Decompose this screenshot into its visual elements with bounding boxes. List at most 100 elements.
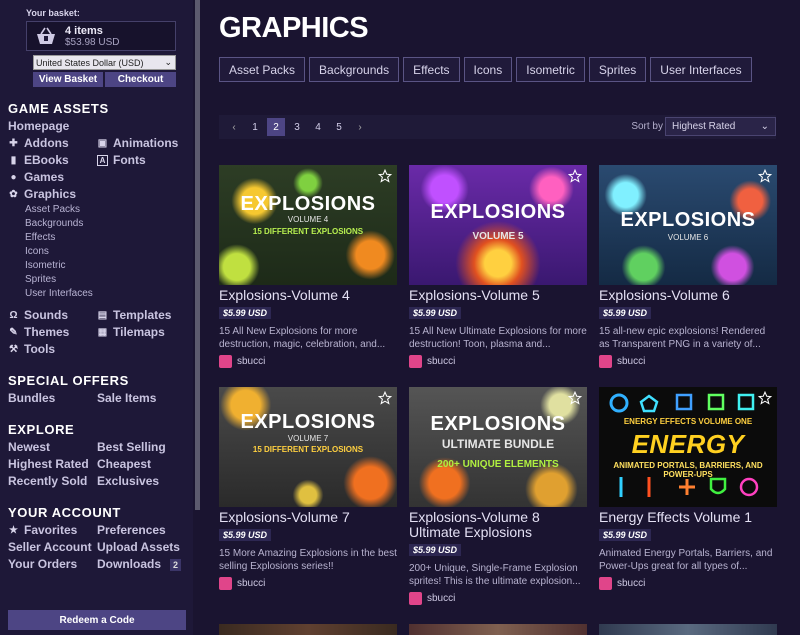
sidebar-sub-backgrounds[interactable]: Backgrounds [25,217,185,231]
sort-select[interactable]: Highest Rated ⌄ [665,117,776,136]
favorite-star-icon[interactable] [758,391,772,405]
product-author[interactable]: sbucci [599,577,777,590]
product-thumbnail-partial[interactable] [219,624,397,635]
product-thumbnail[interactable]: EXPLOSIONS VOLUME 7 15 DIFFERENT EXPLOSI… [219,387,397,507]
favorite-star-icon[interactable] [758,169,772,183]
sidebar-sub-sprites[interactable]: Sprites [25,273,185,287]
chip-effects[interactable]: Effects [403,57,460,82]
sidebar-item-tilemaps[interactable]: ▦ Tilemaps [97,324,192,341]
product-card[interactable]: EXPLOSIONS ULTIMATE BUNDLE 200+ UNIQUE E… [409,387,587,605]
sidebar-sub-icons[interactable]: Icons [25,245,185,259]
page-5[interactable]: 5 [330,118,348,136]
sidebar-item-recently-sold[interactable]: Recently Sold [8,473,97,490]
favorite-star-icon[interactable] [568,391,582,405]
sidebar-item-graphics[interactable]: ✿ Graphics [8,186,185,203]
product-author[interactable]: sbucci [409,592,587,605]
page-1[interactable]: 1 [246,118,264,136]
product-card[interactable]: EXPLOSIONS VOLUME 7 15 DIFFERENT EXPLOSI… [219,387,397,590]
sidebar-item-bundles[interactable]: Bundles [8,390,97,407]
product-name[interactable]: Energy Effects Volume 1 [599,510,777,525]
product-description: 15 All New Explosions for more destructi… [219,326,386,350]
product-card[interactable]: EXPLOSIONS VOLUME 4 15 DIFFERENT EXPLOSI… [219,165,397,368]
next-page-button[interactable]: › [351,118,369,136]
product-thumbnail-partial[interactable] [599,624,777,635]
sidebar-item-homepage[interactable]: Homepage [8,118,185,135]
product-description: Animated Energy Portals, Barriers, and P… [599,548,773,572]
chip-backgrounds[interactable]: Backgrounds [309,57,400,82]
sidebar-item-seller-account[interactable]: Seller Account [8,539,97,556]
sidebar-item-cheapest[interactable]: Cheapest [97,456,192,473]
product-thumbnail[interactable]: ENERGY EFFECTS VOLUME ONE ENERGY ANIMATE… [599,387,777,507]
sidebar-sub-isometric[interactable]: Isometric [25,259,185,273]
sidebar-item-favorites[interactable]: ★ Favorites [8,522,97,539]
sidebar-item-sale-items[interactable]: Sale Items [97,390,192,407]
thumbnail-caption: ANIMATED PORTALS, BARRIERS, AND POWER-UP… [613,461,763,479]
sidebar-item-highest-rated[interactable]: Highest Rated [8,456,97,473]
main-content: GRAPHICS Asset Packs Backgrounds Effects… [202,0,800,635]
image-icon: ▤ [97,310,108,321]
thumbnail-title: EXPLOSIONS [240,193,376,215]
favorite-star-icon[interactable] [378,391,392,405]
product-author[interactable]: sbucci [409,355,587,368]
chip-sprites[interactable]: Sprites [588,57,647,82]
sidebar-item-preferences[interactable]: Preferences [97,522,192,539]
product-name[interactable]: Explosions-Volume 5 [409,288,587,303]
prev-page-button[interactable]: ‹ [225,118,243,136]
sidebar-scrollbar[interactable] [195,0,200,510]
sidebar-item-newest[interactable]: Newest [8,439,97,456]
product-name[interactable]: Explosions-Volume 6 [599,288,777,303]
sidebar-item-exclusives[interactable]: Exclusives [97,473,192,490]
product-author[interactable]: sbucci [219,577,397,590]
currency-select[interactable]: United States Dollar (USD) ⌄ [33,55,176,70]
product-name[interactable]: Explosions-Volume 4 [219,288,397,303]
sidebar-item-ebooks[interactable]: ▮ EBooks [8,152,97,169]
chip-user-interfaces[interactable]: User Interfaces [650,57,752,82]
product-price: $5.99 USD [219,307,272,319]
sidebar-item-fonts[interactable]: A Fonts [97,152,192,169]
favorite-star-icon[interactable] [378,169,392,183]
sidebar-item-tools[interactable]: ⚒ Tools [8,341,185,358]
sidebar-sub-effects[interactable]: Effects [25,231,185,245]
sidebar-item-your-orders[interactable]: Your Orders [8,556,97,573]
sidebar-item-themes[interactable]: ✎ Themes [8,324,97,341]
sidebar-item-addons[interactable]: ✚ Addons [8,135,97,152]
sidebar-item-downloads[interactable]: Downloads 2 [97,556,192,573]
sidebar-item-sounds[interactable]: Ω Sounds [8,307,97,324]
product-thumbnail[interactable]: EXPLOSIONS VOLUME 4 15 DIFFERENT EXPLOSI… [219,165,397,285]
sidebar-item-games[interactable]: ● Games [8,169,185,186]
chip-icons[interactable]: Icons [463,57,513,82]
page-3[interactable]: 3 [288,118,306,136]
product-card[interactable]: EXPLOSIONS VOLUME 6 Explosions-Volume 6 … [599,165,777,368]
sidebar-sub-asset-packs[interactable]: Asset Packs [25,203,185,217]
product-thumbnail[interactable]: EXPLOSIONS ULTIMATE BUNDLE 200+ UNIQUE E… [409,387,587,507]
checkout-button[interactable]: Checkout [105,72,176,87]
product-author[interactable]: sbucci [219,355,397,368]
product-card[interactable]: EXPLOSIONS VOLUME 5 Explosions-Volume 5 … [409,165,587,368]
thumbnail-caption: 15 DIFFERENT EXPLOSIONS [252,227,364,236]
view-basket-button[interactable]: View Basket [33,72,103,87]
product-price: $5.99 USD [599,529,652,541]
product-thumbnail[interactable]: EXPLOSIONS VOLUME 5 [409,165,587,285]
product-price: $5.99 USD [219,529,272,541]
product-name[interactable]: Explosions-Volume 8 Ultimate Explosions [409,510,587,540]
sidebar-sub-user-interfaces[interactable]: User Interfaces [25,287,185,301]
chip-isometric[interactable]: Isometric [516,57,585,82]
redeem-code-button[interactable]: Redeem a Code [8,610,186,630]
page-2[interactable]: 2 [267,118,285,136]
product-thumbnail[interactable]: EXPLOSIONS VOLUME 6 [599,165,777,285]
product-name[interactable]: Explosions-Volume 7 [219,510,397,525]
product-thumbnail-partial[interactable] [409,624,587,635]
favorite-star-icon[interactable] [568,169,582,183]
product-price: $5.99 USD [599,307,652,319]
sidebar-item-upload-assets[interactable]: Upload Assets [97,539,192,556]
sidebar-item-best-selling[interactable]: Best Selling [97,439,192,456]
product-author[interactable]: sbucci [599,355,777,368]
basket-count: 4 items [65,24,103,37]
chip-asset-packs[interactable]: Asset Packs [219,57,306,82]
product-card[interactable]: ENERGY EFFECTS VOLUME ONE ENERGY ANIMATE… [599,387,777,590]
sidebar-item-templates[interactable]: ▤ Templates [97,307,192,324]
basket-summary[interactable]: 4 items $53.98 USD [26,21,176,51]
sidebar-item-animations[interactable]: ▣ Animations [97,135,192,152]
page-4[interactable]: 4 [309,118,327,136]
star-icon: ★ [9,525,18,536]
